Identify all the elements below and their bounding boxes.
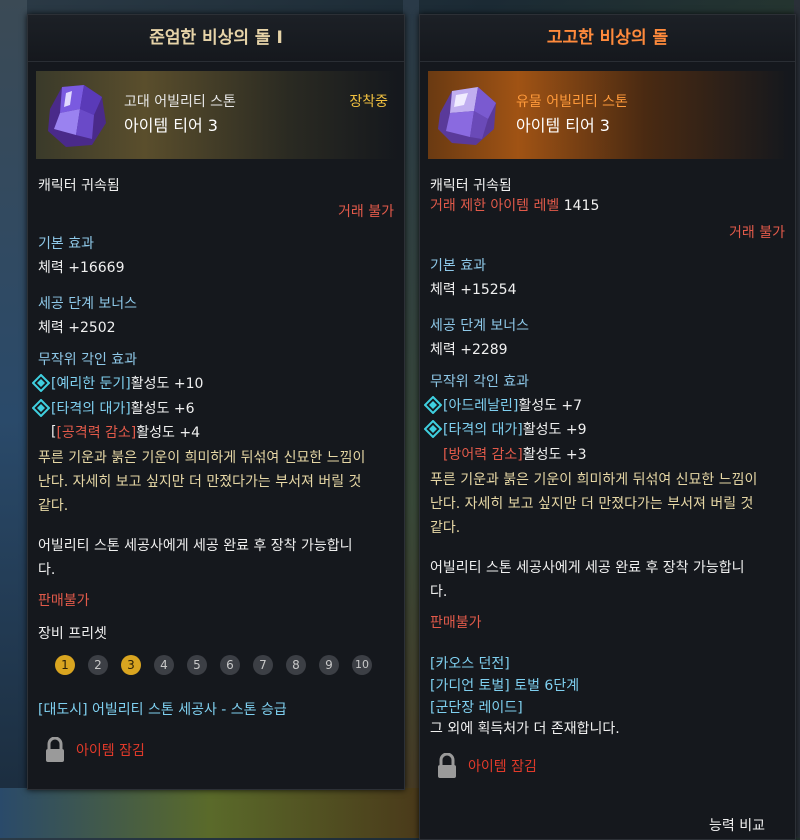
source-link[interactable]: [카오스 던전]: [430, 653, 510, 673]
lock-label: 아이템 잠김: [76, 743, 145, 759]
padlock-icon: [46, 737, 64, 762]
not-for-sale: 판매불가: [430, 615, 482, 631]
base-effect-value: 체력 +15254: [430, 282, 517, 298]
padlock-icon: [438, 753, 456, 778]
trade-status: 거래 불가: [729, 225, 785, 241]
sources-more: 그 외에 획득처가 더 존재합니다.: [430, 721, 620, 737]
preset-slot[interactable]: 4: [154, 655, 174, 675]
engraving-name-negative: [공격력 감소]: [56, 425, 137, 441]
engraving-name: [타격의 대가]: [51, 401, 131, 417]
engraving-row: [타격의 대가] 활성도 +6: [32, 398, 195, 418]
preset-slot[interactable]: 6: [220, 655, 240, 675]
bonus-value: 체력 +2289: [430, 342, 508, 358]
engraving-effect: 활성도 +7: [518, 398, 583, 414]
engraving-diamond-icon: [32, 374, 50, 392]
engrave-header: 무작위 각인 효과: [38, 352, 138, 368]
engraving-effect: 활성도 +10: [130, 376, 204, 392]
source-link[interactable]: [가디언 토벌] 토벌 6단계: [430, 675, 579, 695]
trade-status: 거래 불가: [338, 204, 394, 220]
base-effect-value: 체력 +16669: [38, 260, 125, 276]
preset-slot[interactable]: 7: [253, 655, 273, 675]
tooltip-equipped-stone: 준엄한 비상의 돌 I 고대 어빌리티 스톤 아이템 티어 3 장착중 캐릭터 …: [27, 14, 405, 790]
engraving-effect: 활성도 +6: [130, 401, 195, 417]
item-lock[interactable]: 아이템 잠김: [44, 737, 145, 763]
source-link[interactable]: [군단장 레이드]: [430, 697, 523, 717]
preset-slot[interactable]: 2: [88, 655, 108, 675]
description-line: 같다.: [38, 498, 69, 514]
level-req-value: 1415: [563, 198, 600, 214]
not-for-sale: 판매불가: [38, 593, 90, 609]
level-req-label: 거래 제한 아이템 레벨: [430, 198, 560, 214]
engraving-row: [타격의 대가] 활성도 +9: [424, 419, 587, 439]
tooltip-compare-stone: 고고한 비상의 돌 유물 어빌리티 스톤 아이템 티어 3 캐릭터 귀속됨 거래…: [419, 14, 796, 840]
lock-label: 아이템 잠김: [468, 759, 537, 775]
engraving-effect: 활성도 +4: [136, 425, 200, 441]
engraving-name: [타격의 대가]: [443, 422, 523, 438]
equip-note-line: 어빌리티 스톤 세공사에게 세공 완료 후 장착 가능합니: [38, 538, 353, 554]
bonus-header: 세공 단계 보너스: [38, 296, 138, 312]
description-line: 난다. 자세히 보고 싶지만 더 만졌다가는 부서져 버릴 것: [38, 474, 362, 490]
description-line: 푸른 기운과 붉은 기운이 희미하게 뒤섞여 신묘한 느낌이: [38, 450, 366, 466]
description-line: 난다. 자세히 보고 싶지만 더 만졌다가는 부서져 버릴 것: [430, 496, 754, 512]
ability-stone-icon: [438, 87, 496, 145]
preset-slot[interactable]: 8: [286, 655, 306, 675]
engraving-diamond-icon: [32, 399, 50, 417]
equip-note-line: 다.: [430, 584, 448, 600]
preset-slot[interactable]: 5: [187, 655, 207, 675]
item-banner: 고대 어빌리티 스톤 아이템 티어 3 장착중: [36, 71, 398, 159]
preset-header: 장비 프리셋: [38, 626, 107, 642]
engraving-row: [[공격력 감소] 활성도 +4: [51, 424, 200, 441]
preset-slot[interactable]: 9: [319, 655, 339, 675]
item-banner: 유물 어빌리티 스톤 아이템 티어 3: [428, 71, 789, 159]
equip-note-line: 다.: [38, 562, 56, 578]
equipped-badge: 장착중: [349, 94, 388, 110]
bonus-header: 세공 단계 보너스: [430, 318, 530, 334]
engraving-row: [아드레날린] 활성도 +7: [424, 395, 582, 415]
engraving-name: [예리한 둔기]: [51, 376, 131, 392]
item-title: 준엄한 비상의 돌 I: [28, 15, 404, 62]
engraving-effect: 활성도 +3: [522, 447, 587, 463]
compare-stats-button[interactable]: 능력 비교: [709, 815, 765, 835]
item-tier: 아이템 티어 3: [124, 116, 218, 135]
ability-stone-icon: [48, 85, 106, 147]
engraving-row: [방어력 감소] 활성도 +3: [424, 444, 587, 464]
engraving-diamond-icon: [424, 420, 442, 438]
engraving-effect: 활성도 +9: [522, 422, 587, 438]
preset-list: 1 2 3 4 5 6 7 8 9 10: [55, 655, 372, 675]
preset-slot[interactable]: 3: [121, 655, 141, 675]
item-lock[interactable]: 아이템 잠김: [436, 753, 537, 779]
item-title: 고고한 비상의 돌: [420, 15, 795, 62]
base-effect-header: 기본 효과: [38, 236, 94, 252]
bound-text: 캐릭터 귀속됨: [38, 178, 120, 194]
description-line: 같다.: [430, 520, 461, 536]
engraving-diamond-icon: [424, 396, 442, 414]
npc-link[interactable]: [대도시] 어빌리티 스톤 세공사 - 스톤 승급: [38, 699, 287, 719]
item-grade: 고대 어빌리티 스톤: [124, 94, 236, 110]
preset-slot[interactable]: 10: [352, 655, 372, 675]
item-tier: 아이템 티어 3: [516, 116, 610, 135]
description-line: 푸른 기운과 붉은 기운이 희미하게 뒤섞여 신묘한 느낌이: [430, 472, 758, 488]
engraving-name: [아드레날린]: [443, 398, 519, 414]
item-grade: 유물 어빌리티 스톤: [516, 94, 628, 110]
engraving-name-negative: [방어력 감소]: [443, 447, 523, 463]
engrave-header: 무작위 각인 효과: [430, 374, 530, 390]
engraving-row: [예리한 둔기] 활성도 +10: [32, 373, 203, 393]
preset-slot[interactable]: 1: [55, 655, 75, 675]
level-requirement: 거래 제한 아이템 레벨 1415: [430, 195, 599, 215]
base-effect-header: 기본 효과: [430, 258, 486, 274]
bound-text: 캐릭터 귀속됨: [430, 178, 512, 194]
bonus-value: 체력 +2502: [38, 320, 116, 336]
equip-note-line: 어빌리티 스톤 세공사에게 세공 완료 후 장착 가능합니: [430, 560, 745, 576]
